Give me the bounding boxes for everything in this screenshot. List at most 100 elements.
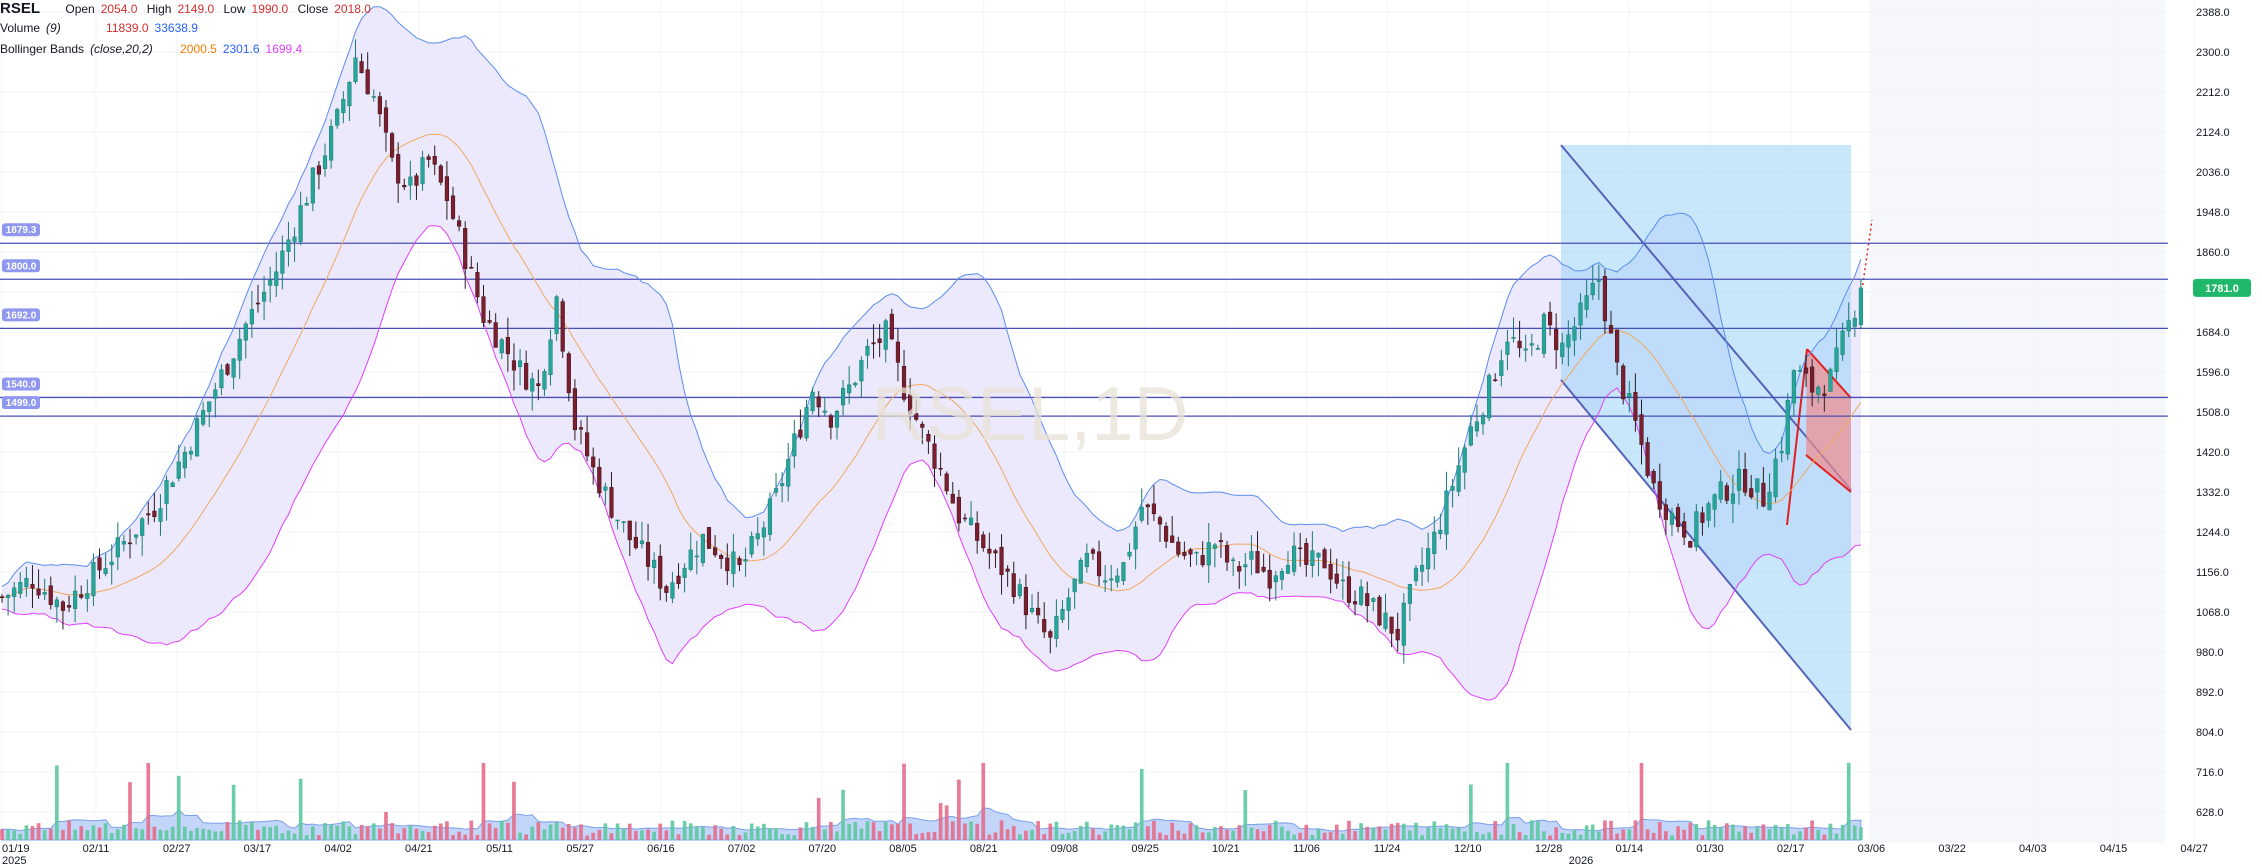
volume-bar bbox=[250, 822, 254, 840]
candle-body bbox=[1456, 465, 1461, 492]
volume-bar bbox=[804, 822, 809, 840]
candle-body bbox=[1420, 565, 1425, 572]
candle-body bbox=[475, 272, 480, 298]
volume-bar bbox=[1182, 833, 1187, 840]
candle-body bbox=[1712, 494, 1717, 510]
candle-body bbox=[578, 427, 584, 430]
candle-body bbox=[298, 205, 303, 242]
legend-row-volume[interactable]: Volume (9) 11839.0 33638.9 bbox=[0, 21, 204, 35]
volume-bar bbox=[566, 823, 571, 840]
candle-body bbox=[1231, 559, 1236, 562]
candle-body bbox=[152, 510, 157, 518]
candle-body bbox=[420, 157, 425, 185]
volume-bar bbox=[1517, 832, 1522, 840]
candle-body bbox=[688, 549, 693, 570]
volume-bar bbox=[1779, 827, 1784, 840]
volume-bar bbox=[48, 828, 53, 840]
legend-row-bollinger[interactable]: Bollinger Bands (close,20,2) 2000.5 2301.6… bbox=[0, 42, 308, 56]
volume-bar bbox=[932, 831, 937, 840]
volume-bar bbox=[219, 831, 224, 840]
volume-bar bbox=[1603, 820, 1607, 840]
price-tick-label: 1156.0 bbox=[2196, 567, 2229, 579]
volume-bar bbox=[378, 828, 382, 840]
candle-body bbox=[1194, 551, 1199, 554]
volume-bar bbox=[664, 830, 669, 840]
price-tick-label: 2212.0 bbox=[2196, 87, 2230, 99]
volume-bar bbox=[518, 832, 522, 840]
volume-bar bbox=[1846, 762, 1851, 840]
bb-upper-value: 2301.6 bbox=[222, 42, 260, 56]
volume-bar bbox=[1651, 832, 1656, 840]
volume-bar bbox=[957, 779, 961, 840]
volume-bar bbox=[79, 826, 84, 840]
candle-body bbox=[1791, 370, 1796, 404]
volume-bar bbox=[1456, 827, 1461, 840]
candle-body bbox=[1749, 488, 1754, 498]
volume-bar bbox=[1127, 829, 1132, 840]
symbol[interactable]: RSEL bbox=[0, 0, 40, 17]
price-tick-label: 1948.0 bbox=[2196, 207, 2230, 219]
volume-bar bbox=[810, 826, 815, 840]
volume-bar bbox=[128, 782, 132, 840]
candle-body bbox=[1395, 628, 1400, 641]
volume-bar bbox=[1395, 822, 1400, 840]
volume-bar bbox=[573, 827, 577, 840]
price-chart[interactable]: RSEL,1D 2388.0 2300.0 2212.0 2124.0 2036.0 19… bbox=[0, 0, 2262, 865]
time-axis[interactable]: 01/19 02/11 02/27 03/17 04/02 04/21 05/11 05/27… bbox=[2, 843, 2208, 865]
candle-body bbox=[1523, 348, 1528, 351]
candle-body bbox=[170, 482, 175, 487]
volume-bar bbox=[335, 825, 340, 840]
volume-bar bbox=[1773, 824, 1778, 840]
candle-body bbox=[755, 533, 760, 540]
volume-bar bbox=[1572, 830, 1577, 840]
candle-body bbox=[158, 508, 163, 522]
volume-bar bbox=[1121, 825, 1126, 840]
candle-body bbox=[975, 522, 980, 541]
candle-body bbox=[511, 360, 517, 371]
volume-bar bbox=[408, 825, 413, 840]
time-tick-label: 03/17 bbox=[244, 843, 272, 855]
candle-body bbox=[73, 590, 78, 609]
volume-bar bbox=[1584, 825, 1589, 840]
volume-bar bbox=[548, 824, 553, 840]
volume-bar bbox=[560, 827, 565, 840]
volume-bar bbox=[993, 832, 998, 840]
price-axis[interactable]: 2388.0 2300.0 2212.0 2124.0 2036.0 1948.0 1860… bbox=[2196, 7, 2230, 819]
candle-body bbox=[1803, 367, 1809, 374]
volume-bar bbox=[365, 826, 370, 840]
volume-bar bbox=[1017, 834, 1022, 840]
candle-body bbox=[304, 203, 309, 206]
volume-bar bbox=[1810, 820, 1814, 840]
volume-bar bbox=[829, 821, 833, 840]
price-tick-label: 1508.0 bbox=[2196, 407, 2230, 419]
volume-bar bbox=[1347, 820, 1351, 840]
volume-bar bbox=[1438, 828, 1443, 840]
time-tick-label: 09/25 bbox=[1131, 843, 1159, 855]
time-tick-label: 05/11 bbox=[486, 843, 513, 855]
candle-body bbox=[743, 559, 748, 562]
volume-bar bbox=[658, 823, 663, 840]
candle-body bbox=[603, 486, 608, 491]
candle-body bbox=[585, 432, 590, 457]
volume-bar bbox=[1731, 824, 1735, 840]
candle-body bbox=[645, 542, 651, 567]
volume-bar bbox=[1511, 824, 1516, 840]
volume-bar bbox=[1462, 831, 1467, 840]
candle-body bbox=[1511, 337, 1516, 339]
volume-bar bbox=[975, 823, 979, 840]
candle-body bbox=[469, 266, 474, 269]
volume-bar bbox=[1078, 825, 1083, 840]
volume-bar bbox=[499, 820, 504, 840]
candle-body bbox=[944, 473, 949, 492]
volume-bar bbox=[755, 826, 760, 840]
candle-body bbox=[201, 410, 206, 425]
candle-body bbox=[402, 184, 407, 188]
candle-body bbox=[1706, 503, 1711, 521]
volume-bar bbox=[1798, 831, 1802, 840]
volume-bar bbox=[201, 828, 205, 840]
volume-bar bbox=[554, 822, 559, 840]
candle-body bbox=[962, 517, 968, 520]
volume-bar bbox=[749, 823, 754, 840]
candle-body bbox=[1413, 567, 1419, 582]
candle-body bbox=[1151, 503, 1156, 515]
